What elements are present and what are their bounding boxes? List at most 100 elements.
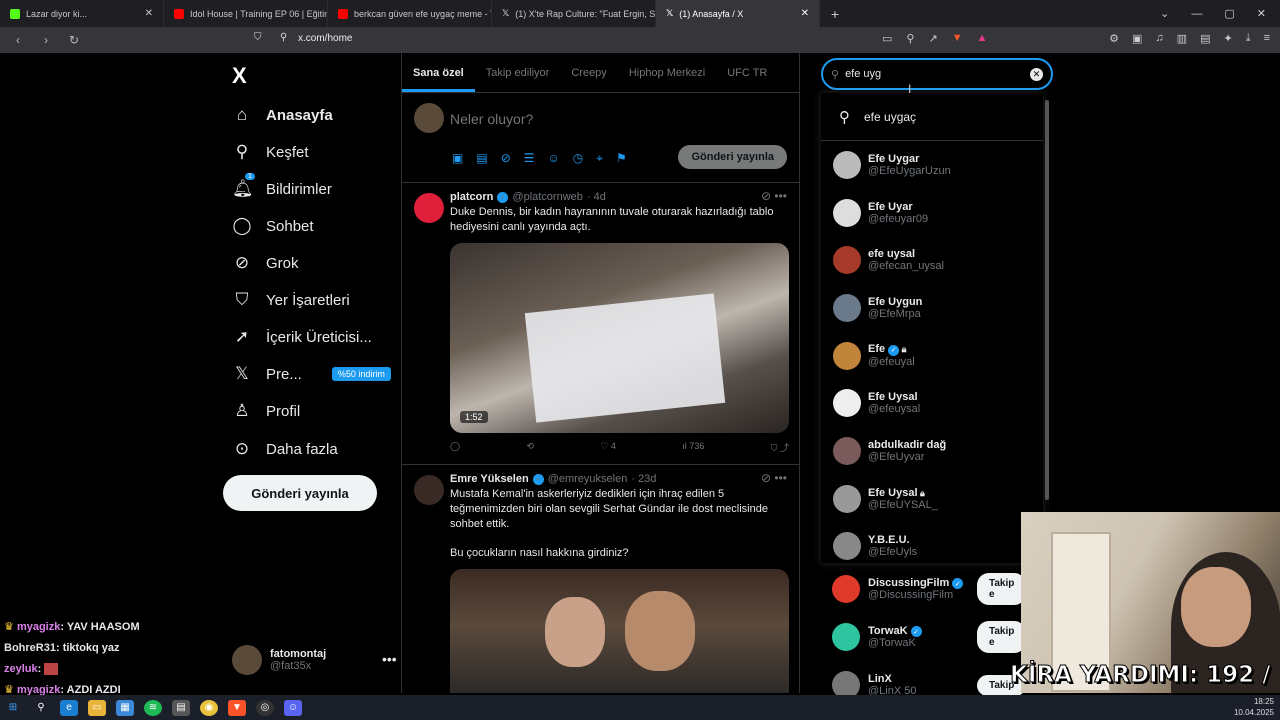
nav-item-bookmarks[interactable]: ⛉ Yer İşaretleri bbox=[232, 290, 350, 310]
music-icon[interactable]: ♫ bbox=[1155, 32, 1163, 45]
account-switcher[interactable]: fatomontaj @fat35x ••• bbox=[232, 645, 397, 675]
follow-button[interactable]: Takip e bbox=[977, 573, 1027, 605]
search-suggestion[interactable]: ⚲ efe uygaç bbox=[821, 93, 1043, 141]
tab-hiphop[interactable]: Hiphop Merkezi bbox=[618, 53, 716, 92]
tab-ufc[interactable]: UFC TR bbox=[716, 53, 778, 92]
site-info-icon[interactable]: ⚲ bbox=[280, 32, 287, 43]
close-window-icon[interactable]: ✕ bbox=[1257, 7, 1266, 20]
schedule-icon[interactable]: ◷ bbox=[573, 151, 583, 166]
tweet-author[interactable]: Emre Yükselen bbox=[450, 473, 529, 485]
nav-item-explore[interactable]: ⚲ Keşfet bbox=[232, 142, 309, 162]
reload-icon[interactable]: ↻ bbox=[64, 33, 84, 47]
tweet-image[interactable] bbox=[450, 569, 789, 693]
tweet-video[interactable]: 1:52 bbox=[450, 243, 789, 433]
spotify-icon[interactable]: ≋ bbox=[144, 699, 162, 716]
tweet[interactable]: platcorn ✓ @platcornweb · 4d ⊘ ••• Duke Den… bbox=[402, 183, 799, 465]
poll-icon[interactable]: ☰ bbox=[524, 151, 535, 166]
tweet[interactable]: Emre Yükselen ✓ @emreyukselen · 23d ⊘ ••• M… bbox=[402, 465, 799, 693]
search-result-user[interactable]: Efe Uysal 🔒︎ @EfeUYSAL_ bbox=[821, 475, 1043, 523]
location-icon[interactable]: ⌖ bbox=[596, 151, 603, 166]
gif-icon[interactable]: ▤ bbox=[476, 151, 487, 166]
nav-item-home[interactable]: ⌂ Anasayfa bbox=[232, 105, 333, 125]
search-result-user[interactable]: Efe Uygar @EfeUygarUzun bbox=[821, 141, 1043, 189]
windows-start-icon[interactable]: ⊞ bbox=[4, 700, 22, 716]
url-field[interactable]: x.com/home bbox=[298, 33, 352, 44]
cast-icon[interactable]: ▭ bbox=[882, 32, 892, 45]
calculator-icon[interactable]: ▤ bbox=[172, 699, 190, 716]
search-box[interactable]: ⚲ efe uyg ✕ bbox=[821, 58, 1053, 90]
follow-suggestion[interactable]: DiscussingFilm ✓ @DiscussingFilm Takip e bbox=[822, 565, 1027, 613]
nav-item-creator-studio[interactable]: ➚ İçerik Üreticisi... bbox=[232, 327, 372, 347]
browser-tab[interactable]: 𝕏 (1) X'te Rap Culture: "Fuat Ergin, Sag bbox=[492, 0, 656, 27]
search-icon[interactable]: ⚲ bbox=[32, 700, 50, 716]
close-tab-icon[interactable]: ✕ bbox=[801, 8, 809, 19]
search-result-user[interactable]: Efe Uysal @efeuysal bbox=[821, 379, 1043, 427]
nav-item-premium[interactable]: 𝕏 Pre... %50 indirim bbox=[232, 364, 391, 384]
grok-icon[interactable]: ⊘ bbox=[501, 151, 511, 166]
search-result-user[interactable]: efe uysal @efecan_uysal bbox=[821, 236, 1043, 284]
forward-icon[interactable]: › bbox=[36, 33, 56, 47]
chrome-icon[interactable]: ◉ bbox=[200, 699, 218, 716]
tab-creepy[interactable]: Creepy bbox=[560, 53, 617, 92]
views-button[interactable]: ıl 736 bbox=[682, 441, 704, 454]
store-icon[interactable]: ▦ bbox=[116, 699, 134, 716]
maximize-icon[interactable]: ▢ bbox=[1224, 7, 1234, 20]
browser-tab[interactable]: berkcan güven efe uygaç meme - Yo bbox=[328, 0, 492, 27]
browser-tab[interactable]: Idol House | Training EP 06 | Eğitimle bbox=[164, 0, 328, 27]
download-icon[interactable]: ⤓ bbox=[1246, 32, 1251, 45]
x-logo[interactable]: X bbox=[232, 63, 247, 89]
share-icon[interactable]: ↗ bbox=[928, 32, 937, 45]
system-clock[interactable]: 18:25 10.04.2025 bbox=[1234, 696, 1274, 718]
retweet-icon[interactable]: ⟲ bbox=[526, 441, 534, 454]
nav-item-grok[interactable]: ⊘ Grok bbox=[232, 253, 299, 273]
brave-rewards-icon[interactable]: ▲ bbox=[977, 32, 988, 45]
brave-shield-icon[interactable]: ▼ bbox=[952, 32, 963, 45]
close-tab-icon[interactable]: ✕ bbox=[145, 8, 153, 19]
brave-icon[interactable]: ▼ bbox=[228, 699, 246, 716]
image-icon[interactable]: ▣ bbox=[452, 151, 463, 166]
nav-item-more[interactable]: ⊙ Daha fazla bbox=[232, 439, 338, 459]
menu-icon[interactable]: ≡ bbox=[1264, 32, 1270, 45]
like-button[interactable]: ♡ 4 bbox=[600, 441, 616, 454]
new-tab-button[interactable]: + bbox=[820, 6, 850, 22]
nav-item-chat[interactable]: ◯ Sohbet bbox=[232, 216, 313, 236]
discord-icon[interactable]: ☺ bbox=[284, 699, 302, 716]
extensions-icon[interactable]: ⚙ bbox=[1109, 32, 1119, 45]
search-result-user[interactable]: abdulkadir dağ @EfeUyvar bbox=[821, 427, 1043, 475]
search-result-user[interactable]: Efe Uygun @EfeMrpa bbox=[821, 284, 1043, 332]
tab-list-icon[interactable]: ⌄ bbox=[1160, 7, 1169, 20]
flag-icon[interactable]: ⚑ bbox=[616, 151, 627, 166]
dropdown-scrollbar[interactable] bbox=[1045, 100, 1049, 500]
reply-icon[interactable]: ◯ bbox=[450, 441, 460, 454]
follow-button[interactable]: Takip e bbox=[977, 621, 1027, 653]
back-icon[interactable]: ‹ bbox=[8, 33, 28, 47]
edge-icon[interactable]: e bbox=[60, 699, 78, 716]
tab-following[interactable]: Takip ediliyor bbox=[475, 53, 561, 92]
wallet-icon[interactable]: ▤ bbox=[1200, 32, 1210, 45]
bookmark-page-icon[interactable]: ⛉ bbox=[254, 32, 262, 43]
screenshot-icon[interactable]: ▣ bbox=[1132, 32, 1142, 45]
compose-post-button[interactable]: Gönderi yayınla bbox=[678, 145, 787, 169]
file-explorer-icon[interactable]: ▭ bbox=[88, 699, 106, 716]
tweet-author[interactable]: platcorn bbox=[450, 191, 493, 203]
search-result-user[interactable]: Y.B.E.U. @EfeUyls bbox=[821, 523, 1043, 564]
nav-item-notifications[interactable]: 🔔︎ 1 Bildirimler bbox=[232, 173, 332, 199]
leo-icon[interactable]: ✦ bbox=[1223, 32, 1232, 45]
more-dots-icon[interactable]: ⊘ ••• bbox=[761, 189, 787, 203]
minimize-icon[interactable]: — bbox=[1191, 8, 1202, 20]
more-dots-icon[interactable]: ⊘ ••• bbox=[761, 471, 787, 485]
search-result-user[interactable]: Efe Uyar @efeuyar09 bbox=[821, 189, 1043, 237]
zoom-icon[interactable]: ⚲ bbox=[906, 32, 914, 45]
browser-tab[interactable]: Lazar diyor ki... ✕ bbox=[0, 0, 164, 27]
search-input[interactable]: efe uyg bbox=[845, 68, 881, 80]
emoji-icon[interactable]: ☺ bbox=[548, 151, 560, 166]
post-button[interactable]: Gönderi yayınla bbox=[223, 475, 377, 511]
obs-icon[interactable]: ◎ bbox=[256, 699, 274, 716]
sidebar-icon[interactable]: ▥ bbox=[1177, 32, 1187, 45]
browser-tab-active[interactable]: 𝕏 (1) Anasayfa / X ✕ bbox=[656, 0, 820, 27]
nav-item-profile[interactable]: ♙ Profil bbox=[232, 401, 300, 421]
clear-search-icon[interactable]: ✕ bbox=[1030, 67, 1043, 81]
more-dots-icon[interactable]: ••• bbox=[382, 651, 397, 667]
search-result-user[interactable]: Efe ✓ 🔒︎ @efeuyal bbox=[821, 332, 1043, 380]
follow-suggestion[interactable]: TorwaK ✓ @TorwaK Takip e bbox=[822, 613, 1027, 661]
